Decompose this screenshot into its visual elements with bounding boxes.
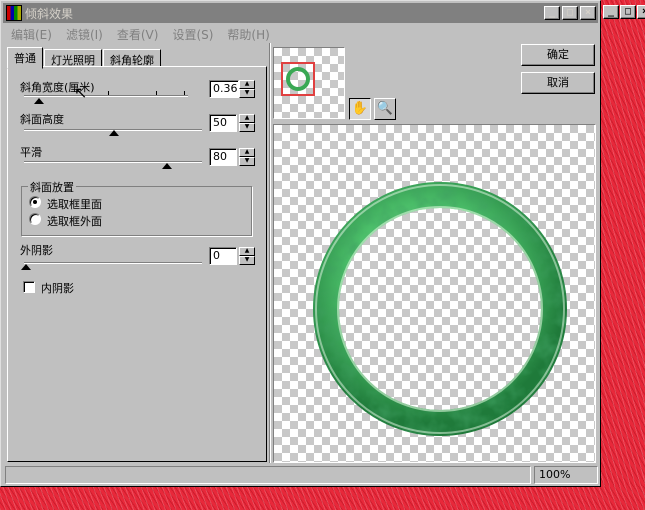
outer-close-button[interactable]: ×	[637, 5, 645, 19]
outer-maximize-button[interactable]: □	[620, 5, 636, 19]
bevel-height-input[interactable]: 50	[209, 114, 237, 132]
maximize-button[interactable]: □	[562, 6, 578, 20]
smoothness-input[interactable]: 80	[209, 148, 237, 166]
panel-divider	[269, 43, 271, 463]
slider-tick	[156, 91, 157, 95]
minimize-button[interactable]: _	[544, 6, 560, 20]
radio-outside-selection[interactable]	[29, 213, 41, 225]
smoothness-slider-thumb[interactable]	[162, 163, 172, 169]
outer-shadow-label: 外阴影	[20, 244, 53, 257]
inner-shadow-label: 内阴影	[41, 282, 74, 295]
smoothness-spinner[interactable]: ▲ ▼	[239, 148, 255, 166]
bevel-width-slider-track[interactable]	[24, 95, 188, 97]
radio-inside-selection[interactable]	[29, 196, 41, 208]
bevel-height-slider-thumb[interactable]	[109, 130, 119, 136]
smoothness-label: 平滑	[20, 146, 42, 159]
smoothness-slider-track[interactable]	[24, 161, 202, 163]
zoom-tool-icon[interactable]: 🔍	[374, 98, 396, 120]
outer-shadow-input[interactable]: 0	[209, 247, 237, 265]
outer-shadow-spinner[interactable]: ▲ ▼	[239, 247, 255, 265]
slider-tick	[108, 91, 109, 95]
bevel-width-spinner[interactable]: ▲ ▼	[239, 80, 255, 98]
app-icon	[6, 5, 22, 21]
title-bar: 倾斜效果 _ □ ×	[3, 3, 598, 23]
cancel-button[interactable]: 取消	[521, 72, 595, 94]
radio-outside-selection-label: 选取框外面	[47, 215, 102, 228]
navigator-thumbnail[interactable]	[273, 47, 345, 119]
menu-settings[interactable]: 设置(S)	[172, 26, 213, 43]
background-texture	[600, 0, 645, 510]
menu-edit[interactable]: 编辑(E)	[11, 26, 52, 43]
settings-panel: 斜角宽度(厘米) 0.36 ▲ ▼ 斜面高度 50 ▲ ▼ 平滑 80 ▲ ▼ 斜面放…	[7, 66, 267, 462]
bevel-ring-preview	[313, 182, 567, 436]
status-message	[5, 466, 531, 484]
tab-general[interactable]: 普通	[7, 47, 43, 69]
outer-shadow-slider-track[interactable]	[24, 262, 202, 264]
slider-tick	[184, 91, 185, 95]
bevel-dialog: 倾斜效果 _ □ × 编辑(E) 滤镜(I) 查看(V) 设置(S) 帮助(H)…	[0, 0, 601, 487]
bevel-height-spinner[interactable]: ▲ ▼	[239, 114, 255, 132]
close-button[interactable]: ×	[580, 6, 596, 20]
outer-minimize-button[interactable]: _	[603, 5, 619, 19]
ok-button[interactable]: 确定	[521, 44, 595, 66]
outer-window-controls: _ □ ×	[603, 5, 645, 19]
menu-bar: 编辑(E) 滤镜(I) 查看(V) 设置(S) 帮助(H)	[5, 25, 270, 43]
preview-canvas[interactable]	[273, 124, 596, 463]
inner-shadow-checkbox[interactable]	[23, 281, 35, 293]
navigator-selection-rect[interactable]	[281, 62, 315, 96]
mouse-cursor-icon: ↖	[74, 83, 88, 102]
background-texture-bottom	[0, 486, 645, 510]
status-bar: 100%	[5, 466, 598, 484]
bevel-height-label: 斜面高度	[20, 113, 64, 126]
menu-view[interactable]: 查看(V)	[117, 26, 159, 43]
outer-shadow-slider-thumb[interactable]	[21, 264, 31, 270]
zoom-level: 100%	[534, 466, 598, 484]
menu-filter[interactable]: 滤镜(I)	[66, 26, 103, 43]
bevel-width-input[interactable]: 0.36	[209, 80, 239, 98]
hand-tool-icon[interactable]: ✋	[349, 98, 371, 120]
bevel-position-legend: 斜面放置	[28, 179, 76, 195]
menu-help[interactable]: 帮助(H)	[227, 26, 269, 43]
window-title: 倾斜效果	[25, 6, 74, 21]
thumbnail-ring	[286, 67, 310, 91]
bevel-width-slider-thumb[interactable]	[34, 98, 44, 104]
radio-inside-selection-label: 选取框里面	[47, 198, 102, 211]
